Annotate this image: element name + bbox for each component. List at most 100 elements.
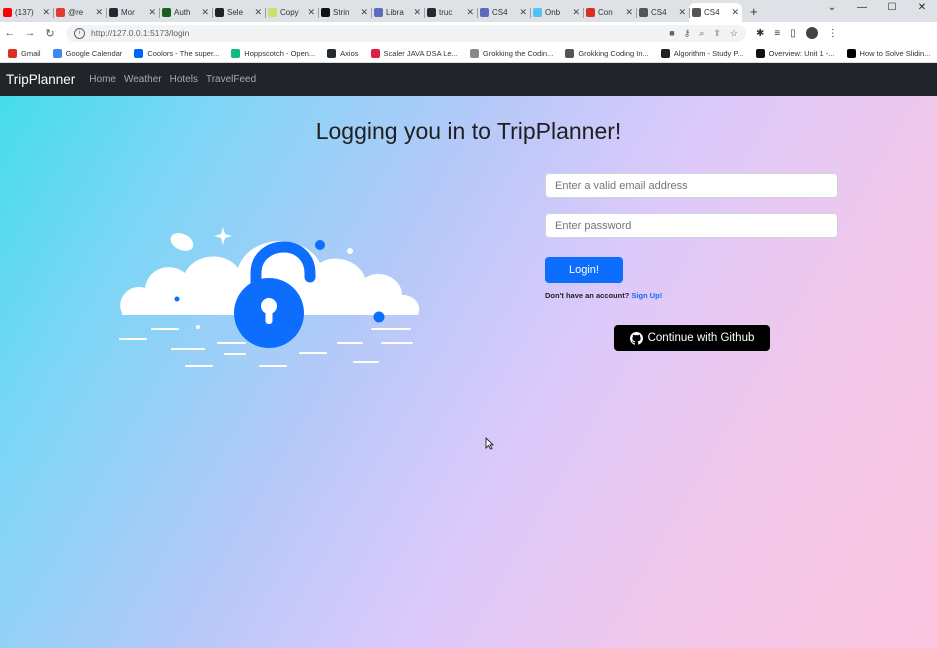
tab-close-icon[interactable]: ✕ (307, 7, 315, 18)
login-button[interactable]: Login! (545, 257, 623, 283)
bookmark-label: Gmail (21, 48, 41, 58)
bookmark-label: Axios (340, 48, 359, 58)
tab-strip: (137) ✕ @re ✕ Mor ✕ Auth ✕ Sele ✕ Copy ✕ Strin ✕ Libra… (0, 3, 742, 22)
browser-tab[interactable]: CS4 ✕ (689, 3, 742, 22)
tab-close-icon[interactable]: ✕ (572, 7, 580, 18)
window-controls: ⌄ — ☐ ✕ (817, 0, 937, 20)
tab-label: Auth (174, 8, 191, 17)
bookmark-favicon-icon (231, 48, 241, 58)
browser-tab[interactable]: CS4 ✕ (477, 3, 530, 22)
browser-tab[interactable]: Libra ✕ (371, 3, 424, 22)
profile-avatar[interactable] (805, 27, 818, 39)
github-login-button[interactable]: Continue with Github (614, 325, 770, 351)
address-bar[interactable]: i http://127.0.0.1:5173/login ■ ⚷ ⌕ ⇪ ☆ (66, 24, 746, 42)
share-icon[interactable]: ⇪ (713, 28, 721, 39)
bookmark-favicon-icon (8, 48, 17, 58)
app-icon (321, 8, 330, 17)
chevron-down-icon[interactable]: ⌄ (817, 0, 847, 20)
key-icon[interactable]: ⚷ (684, 28, 691, 39)
browser-tab[interactable]: CS4 ✕ (636, 3, 689, 22)
tab-label: Con (598, 8, 613, 17)
app-icon (162, 8, 171, 17)
email-input[interactable] (545, 173, 838, 198)
browser-toolbar: ← → ↻ i http://127.0.0.1:5173/login ■ ⚷ … (0, 22, 937, 44)
signup-prompt-text: Don't have an account? (545, 291, 630, 300)
password-input[interactable] (545, 213, 838, 238)
bookmark-label: Grokking the Codin... (482, 48, 554, 58)
bookmark-item[interactable]: Hoppscotch - Open... (231, 48, 315, 58)
globe-icon (639, 8, 648, 17)
tab-close-icon[interactable]: ✕ (201, 7, 209, 18)
zoom-icon[interactable]: ⌕ (699, 28, 704, 39)
back-icon[interactable]: ← (0, 27, 20, 39)
github-icon (427, 8, 436, 17)
side-panel-icon[interactable]: ▯ (790, 28, 796, 39)
tab-label: CS4 (651, 8, 667, 17)
browser-tab[interactable]: Copy ✕ (265, 3, 318, 22)
bookmark-favicon-icon (327, 48, 337, 58)
bookmark-star-icon[interactable]: ☆ (730, 28, 738, 39)
tab-label: CS4 (492, 8, 508, 17)
tab-close-icon[interactable]: ✕ (625, 7, 633, 18)
app-icon (480, 8, 489, 17)
maximize-icon[interactable]: ☐ (877, 0, 907, 20)
bookmark-item[interactable]: Grokking the Codin... (469, 48, 554, 58)
browser-tab[interactable]: @re ✕ (53, 3, 106, 22)
browser-tab[interactable]: Strin ✕ (318, 3, 371, 22)
tab-label: Sele (227, 8, 244, 17)
camera-icon[interactable]: ■ (669, 28, 674, 39)
tab-close-icon[interactable]: ✕ (254, 7, 262, 18)
browser-tab[interactable]: truc ✕ (424, 3, 477, 22)
browser-tab[interactable]: Con ✕ (583, 3, 636, 22)
site-info-icon[interactable]: i (74, 27, 85, 39)
bookmark-item[interactable]: Overview: Unit 1 -... (755, 48, 835, 58)
bookmark-item[interactable]: Algorithm - Study P... (660, 48, 744, 58)
bookmark-item[interactable]: How to Solve Slidin... (846, 48, 930, 58)
menu-icon[interactable]: ⋮ (828, 28, 838, 39)
extensions-icon[interactable]: ✱ (756, 28, 764, 39)
tab-close-icon[interactable]: ✕ (95, 7, 103, 18)
nav-link-hotels[interactable]: Hotels (170, 74, 198, 85)
signup-link[interactable]: Sign Up! (631, 291, 662, 300)
browser-tab[interactable]: Mor ✕ (106, 3, 159, 22)
page-title: Logging you in to TripPlanner! (315, 118, 622, 144)
nav-link-travelfeed[interactable]: TravelFeed (206, 74, 256, 85)
tab-close-icon[interactable]: ✕ (413, 7, 421, 18)
bookmark-label: Coolors - The super... (147, 48, 220, 58)
bookmark-favicon-icon (660, 48, 670, 58)
bookmark-favicon-icon (52, 48, 62, 58)
tab-close-icon[interactable]: ✕ (360, 7, 368, 18)
tab-label: Libra (386, 8, 404, 17)
browser-tab[interactable]: (137) ✕ (0, 3, 53, 22)
bookmark-item[interactable]: Coolors - The super... (134, 48, 220, 58)
browser-tab[interactable]: Auth ✕ (159, 3, 212, 22)
brand-logo[interactable]: TripPlanner (6, 72, 75, 87)
bookmarks-bar: Gmail Google Calendar Coolors - The super.… (0, 44, 937, 63)
tab-close-icon[interactable]: ✕ (42, 7, 50, 18)
unlocked-padlock-cloud-icon (110, 223, 430, 378)
forward-icon[interactable]: → (20, 27, 40, 39)
bookmark-item[interactable]: Gmail (8, 48, 41, 58)
reading-list-icon[interactable]: ≡ (774, 28, 780, 39)
new-tab-button[interactable]: + (742, 3, 766, 22)
signup-prompt: Don't have an account? Sign Up! (545, 291, 662, 300)
bookmark-item[interactable]: Grokking Coding In... (565, 48, 649, 58)
browser-tab[interactable]: Onb ✕ (530, 3, 583, 22)
nav-link-weather[interactable]: Weather (124, 74, 162, 85)
tab-close-icon[interactable]: ✕ (678, 7, 686, 18)
app-icon (533, 8, 542, 17)
tab-close-icon[interactable]: ✕ (148, 7, 156, 18)
browser-tab-bar: (137) ✕ @re ✕ Mor ✕ Auth ✕ Sele ✕ Copy ✕ Strin ✕ Libra… (0, 0, 937, 22)
bookmark-item[interactable]: Google Calendar (52, 48, 122, 58)
minimize-icon[interactable]: — (847, 0, 877, 20)
globe-icon (692, 8, 701, 17)
bookmark-item[interactable]: Axios (327, 48, 359, 58)
bookmark-item[interactable]: Scaler JAVA DSA Le... (370, 48, 458, 58)
close-icon[interactable]: ✕ (907, 0, 937, 20)
tab-close-icon[interactable]: ✕ (731, 7, 739, 18)
nav-link-home[interactable]: Home (89, 74, 116, 85)
tab-close-icon[interactable]: ✕ (466, 7, 474, 18)
reload-icon[interactable]: ↻ (40, 27, 60, 40)
tab-close-icon[interactable]: ✕ (519, 7, 527, 18)
browser-tab[interactable]: Sele ✕ (212, 3, 265, 22)
